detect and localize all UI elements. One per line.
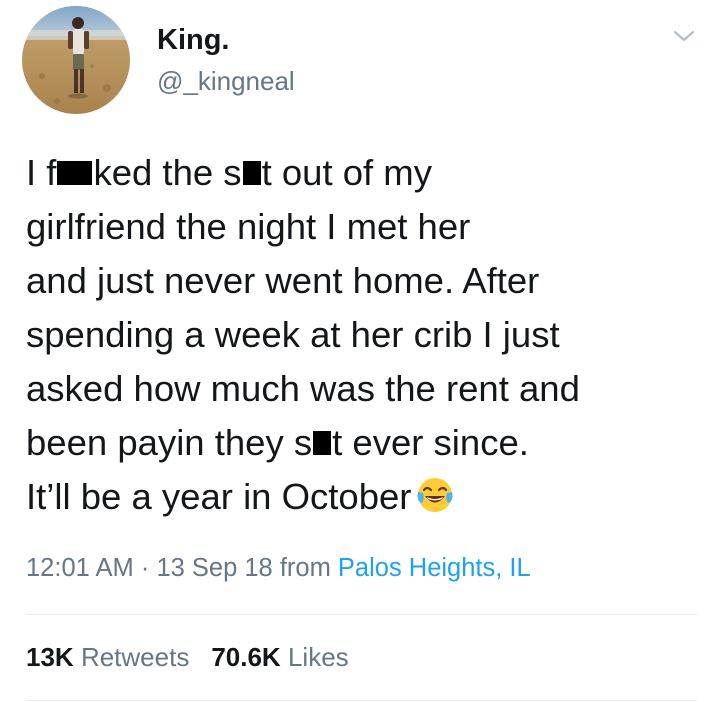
tweet-line: I f ked the st out of my <box>26 152 432 193</box>
avatar[interactable] <box>22 6 130 114</box>
divider <box>26 614 697 615</box>
retweets-count: 13K <box>26 642 74 672</box>
retweets-label: Retweets <box>80 642 190 672</box>
tweet-line: girlfriend the night I met her <box>26 206 471 247</box>
face-with-tears-of-joy-icon <box>417 478 453 512</box>
censor-bar <box>242 161 261 185</box>
likes-label: Likes <box>287 642 349 672</box>
location-link[interactable]: Palos Heights, IL <box>338 554 531 582</box>
display-name[interactable]: King. <box>157 24 230 57</box>
separator-dot: · <box>140 554 150 582</box>
user-handle[interactable]: @_kingneal <box>157 66 295 97</box>
tweet-line: asked how much was the rent and <box>26 368 580 409</box>
tweet-text: I f ked the st out of my girlfriend the n… <box>26 146 698 524</box>
divider <box>26 700 697 701</box>
likes-count: 70.6K <box>211 642 281 672</box>
censor-bar <box>57 161 93 185</box>
likes-stat[interactable]: 70.6K Likes <box>211 642 348 672</box>
tweet-meta: 12:01 AM · 13 Sep 18 from Palos Heights,… <box>26 554 531 583</box>
tweet-line: and just never went home. After <box>26 260 540 301</box>
from-label: from <box>279 554 331 582</box>
tweet-date[interactable]: 13 Sep 18 <box>156 554 272 582</box>
tweet-line: It’ll be a year in October <box>26 470 698 524</box>
tweet-line: spending a week at her crib I just <box>26 314 560 355</box>
censor-bar <box>313 431 332 455</box>
chevron-down-icon[interactable] <box>672 24 696 48</box>
tweet-line: been payin they st ever since. <box>26 422 529 463</box>
tweet-time[interactable]: 12:01 AM <box>26 554 134 582</box>
profile-photo <box>22 6 130 114</box>
engagement-stats: 13K Retweets 70.6K Likes <box>26 642 349 673</box>
retweets-stat[interactable]: 13K Retweets <box>26 642 189 672</box>
